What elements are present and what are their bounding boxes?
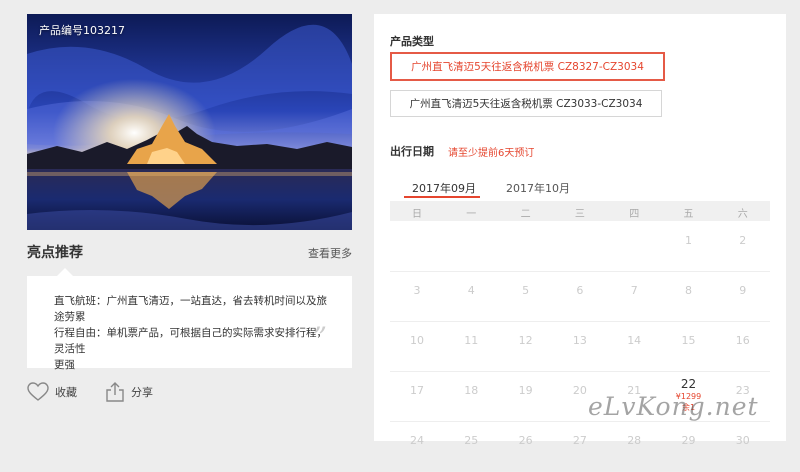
view-more-link[interactable]: 查看更多 <box>308 245 352 261</box>
weekday-label: 日 <box>412 209 422 220</box>
calendar-day: 9 <box>739 284 747 297</box>
calendar-day: 14 <box>627 334 642 347</box>
weekday-label: 四 <box>629 209 640 220</box>
calendar-day: 15 <box>681 334 696 347</box>
watermark: eLvKong.net <box>588 392 759 421</box>
booking-hint: 请至少提前6天预订 <box>448 148 535 159</box>
calendar-day: 12 <box>518 334 533 347</box>
calendar-day: 8 <box>685 284 692 297</box>
favorite-button[interactable]: 收藏 <box>27 380 77 404</box>
heart-icon <box>27 382 49 401</box>
calendar-day: 1 <box>685 234 692 247</box>
product-number: 产品编号103217 <box>39 24 125 37</box>
calendar-day: 6 <box>576 284 584 297</box>
calendar-day: 19 <box>518 384 533 397</box>
product-type-label: 产品类型 <box>390 35 434 48</box>
tab-month-oct[interactable]: 2017年10月 <box>506 180 570 196</box>
weekday-label: 一 <box>466 209 477 220</box>
highlight-line: 直飞航班：广州直飞清迈，一站直达，省去转机时间以及旅途劳累 <box>54 295 327 323</box>
highlights-text: 直飞航班：广州直飞清迈，一站直达，省去转机时间以及旅途劳累 行程自由：单机票产品… <box>54 293 330 373</box>
calendar-week-row: 10 11 12 13 14 15 16 <box>390 321 770 372</box>
calendar-day: 18 <box>464 384 479 397</box>
calendar-day: 10 <box>410 334 424 347</box>
calendar-week-row: 3 4 5 6 7 8 9 <box>390 271 770 322</box>
calendar-day: 5 <box>522 284 530 297</box>
temple-night-photo <box>27 14 352 230</box>
weekday-label: 五 <box>683 209 694 220</box>
product-left-column: 产品编号103217 亮点推荐 查看更多 直飞航班：广州直飞清迈，一站直达，省去… <box>27 14 352 441</box>
travel-date-label: 出行日期 <box>390 145 434 158</box>
product-photo: 产品编号103217 <box>27 14 352 230</box>
calendar-week-row: 12 <box>390 221 770 272</box>
product-option[interactable]: 广州直飞清迈5天往返含税机票 CZ3033-CZ3034 <box>390 90 662 117</box>
calendar-day: 2 <box>739 234 747 247</box>
calendar-day: 4 <box>467 284 475 297</box>
calendar-day: 16 <box>735 334 750 347</box>
weekday-header: 日一二三四五六 <box>390 201 770 221</box>
tab-month-sep[interactable]: 2017年09月 <box>412 180 476 196</box>
highlight-line: 行程自由：单机票产品，可根据自己的实际需求安排行程，灵活性 <box>54 327 327 355</box>
calendar-day: 7 <box>630 284 638 297</box>
booking-panel: 产品类型 广州直飞清迈5天往返含税机票 CZ8327-CZ3034 广州直飞清迈… <box>374 14 786 472</box>
calendar-day-available[interactable]: 22 <box>662 377 716 391</box>
product-option-selected[interactable]: 广州直飞清迈5天往返含税机票 CZ8327-CZ3034 <box>390 52 665 81</box>
weekday-label: 六 <box>737 209 748 220</box>
share-label: 分享 <box>131 386 153 399</box>
calendar-day: 17 <box>410 384 424 397</box>
share-icon <box>106 382 124 402</box>
calendar-day: 13 <box>572 334 587 347</box>
weekday-label: 二 <box>520 209 531 220</box>
favorite-label: 收藏 <box>55 386 77 399</box>
highlights-header: 亮点推荐 查看更多 <box>27 242 352 262</box>
calendar-day: 11 <box>464 334 479 347</box>
weekday-label: 三 <box>574 209 585 220</box>
active-tab-indicator <box>404 196 480 198</box>
highlights-title: 亮点推荐 <box>27 245 83 261</box>
calendar-day: 3 <box>413 284 421 297</box>
highlight-line: 更强 <box>54 359 75 371</box>
quote-icon: ” <box>312 321 327 354</box>
highlights-box: 直飞航班：广州直飞清迈，一站直达，省去转机时间以及旅途劳累 行程自由：单机票产品… <box>27 268 352 371</box>
share-button[interactable]: 分享 <box>105 380 153 404</box>
calendar-week-row: 24 25 26 27 28 29 30 <box>390 421 770 472</box>
